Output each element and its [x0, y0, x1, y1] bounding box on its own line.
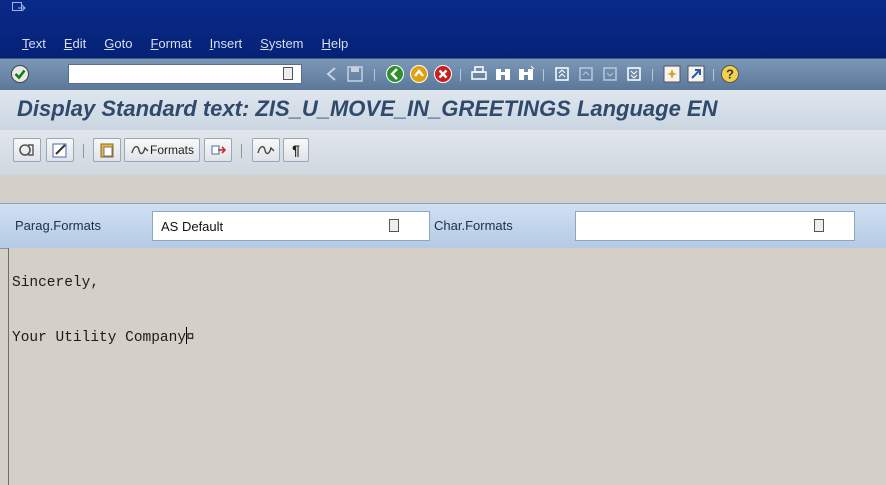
end-of-paragraph-marker: ¤ — [186, 330, 195, 346]
page-title: Display Standard text: ZIS_U_MOVE_IN_GRE… — [17, 96, 718, 121]
format-row: Parag.Formats AS Default Char.Formats — [0, 203, 886, 249]
toolbar-separator — [460, 69, 461, 81]
parag-formats-value: AS Default — [161, 219, 224, 234]
menu-item-system[interactable]: System — [260, 36, 303, 51]
menu-label-rest: nsert — [213, 36, 243, 51]
save-icon[interactable] — [345, 64, 365, 84]
back-icon[interactable] — [322, 64, 342, 84]
parag-formats-field[interactable]: AS Default — [152, 211, 430, 241]
previous-page-icon[interactable] — [576, 64, 596, 84]
back-green-icon[interactable] — [385, 64, 405, 84]
toolbar-separator — [241, 144, 242, 158]
command-input[interactable] — [73, 66, 277, 84]
menu-label-rest: ormat — [158, 36, 192, 51]
toolbar-separator — [652, 69, 653, 81]
menu-mnemonic: H — [321, 36, 331, 51]
menu-label-rest: dit — [72, 36, 87, 51]
menu-mnemonic: E — [63, 36, 73, 51]
menu-bar: Text Edit Goto Format Insert System Help — [0, 0, 886, 58]
move-icon — [211, 145, 227, 155]
editor-line-text: Your Utility Company — [12, 330, 187, 346]
clipboard-icon — [100, 143, 114, 158]
menu-item-insert[interactable]: Insert — [210, 36, 243, 51]
clipboard-button[interactable] — [93, 138, 121, 162]
enter-icon[interactable] — [10, 64, 30, 84]
menu-item-format[interactable]: Format — [150, 36, 191, 51]
formats-label: Formats — [149, 143, 194, 157]
display-change-button[interactable] — [13, 138, 41, 162]
editor-line[interactable]: Your Utility Company¤ — [12, 327, 195, 346]
paragraph-mark-button[interactable]: ¶ — [283, 138, 309, 162]
paragraph-mark-icon: ¶ — [292, 142, 300, 158]
editor-line[interactable]: Sincerely, — [12, 275, 99, 291]
menu-label-rest: ystem — [268, 36, 304, 51]
formats-icon — [131, 145, 149, 155]
toolbar-separator — [543, 69, 544, 81]
parag-formats-f4-icon[interactable] — [389, 219, 399, 232]
system-menu-icon[interactable] — [12, 2, 26, 14]
char-formats-f4-icon[interactable] — [814, 219, 824, 232]
first-page-icon[interactable] — [552, 64, 572, 84]
menu-mnemonic: G — [104, 36, 115, 51]
next-page-icon[interactable] — [600, 64, 620, 84]
menu-item-help[interactable]: Help — [322, 36, 349, 51]
menu-mnemonic: S — [260, 36, 269, 51]
format-check-icon — [257, 145, 275, 155]
history-icon[interactable] — [283, 67, 293, 80]
exit-icon[interactable] — [409, 64, 429, 84]
toolbar-separator — [83, 144, 84, 158]
standard-toolbar: ? — [0, 58, 886, 91]
find-next-icon[interactable] — [516, 64, 536, 84]
title-bar: Display Standard text: ZIS_U_MOVE_IN_GRE… — [0, 90, 886, 130]
toolbar-separator — [374, 69, 375, 81]
char-formats-field[interactable] — [575, 211, 855, 241]
find-icon[interactable] — [493, 64, 513, 84]
menu-label-rest: oto — [114, 36, 133, 51]
menu-item-text[interactable]: Text — [22, 36, 46, 51]
menu-label-rest: elp — [330, 36, 349, 51]
menu-items: Text Edit Goto Format Insert System Help — [22, 36, 366, 51]
edit-icon — [52, 143, 67, 158]
svg-text:?: ? — [726, 67, 734, 82]
menu-item-goto[interactable]: Goto — [104, 36, 132, 51]
cancel-icon[interactable] — [433, 64, 453, 84]
formats-button[interactable]: Formats — [124, 138, 200, 162]
format-check-button[interactable] — [252, 138, 280, 162]
menu-item-edit[interactable]: Edit — [64, 36, 86, 51]
last-page-icon[interactable] — [624, 64, 644, 84]
menu-label-rest: ext — [28, 36, 46, 51]
display-change-icon — [19, 144, 34, 156]
application-toolbar: Formats ¶ — [0, 130, 886, 175]
command-field[interactable] — [68, 64, 302, 84]
create-session-icon[interactable] — [662, 64, 682, 84]
char-formats-label: Char.Formats — [434, 218, 513, 233]
text-editor[interactable]: Sincerely, Your Utility Company¤ — [8, 248, 886, 485]
shortcut-icon[interactable] — [686, 64, 706, 84]
help-icon[interactable]: ? — [720, 64, 740, 84]
toolbar-separator — [713, 69, 714, 81]
edit-button[interactable] — [46, 138, 74, 162]
parag-formats-label: Parag.Formats — [15, 218, 101, 233]
print-icon[interactable] — [469, 64, 489, 84]
move-button[interactable] — [204, 138, 232, 162]
